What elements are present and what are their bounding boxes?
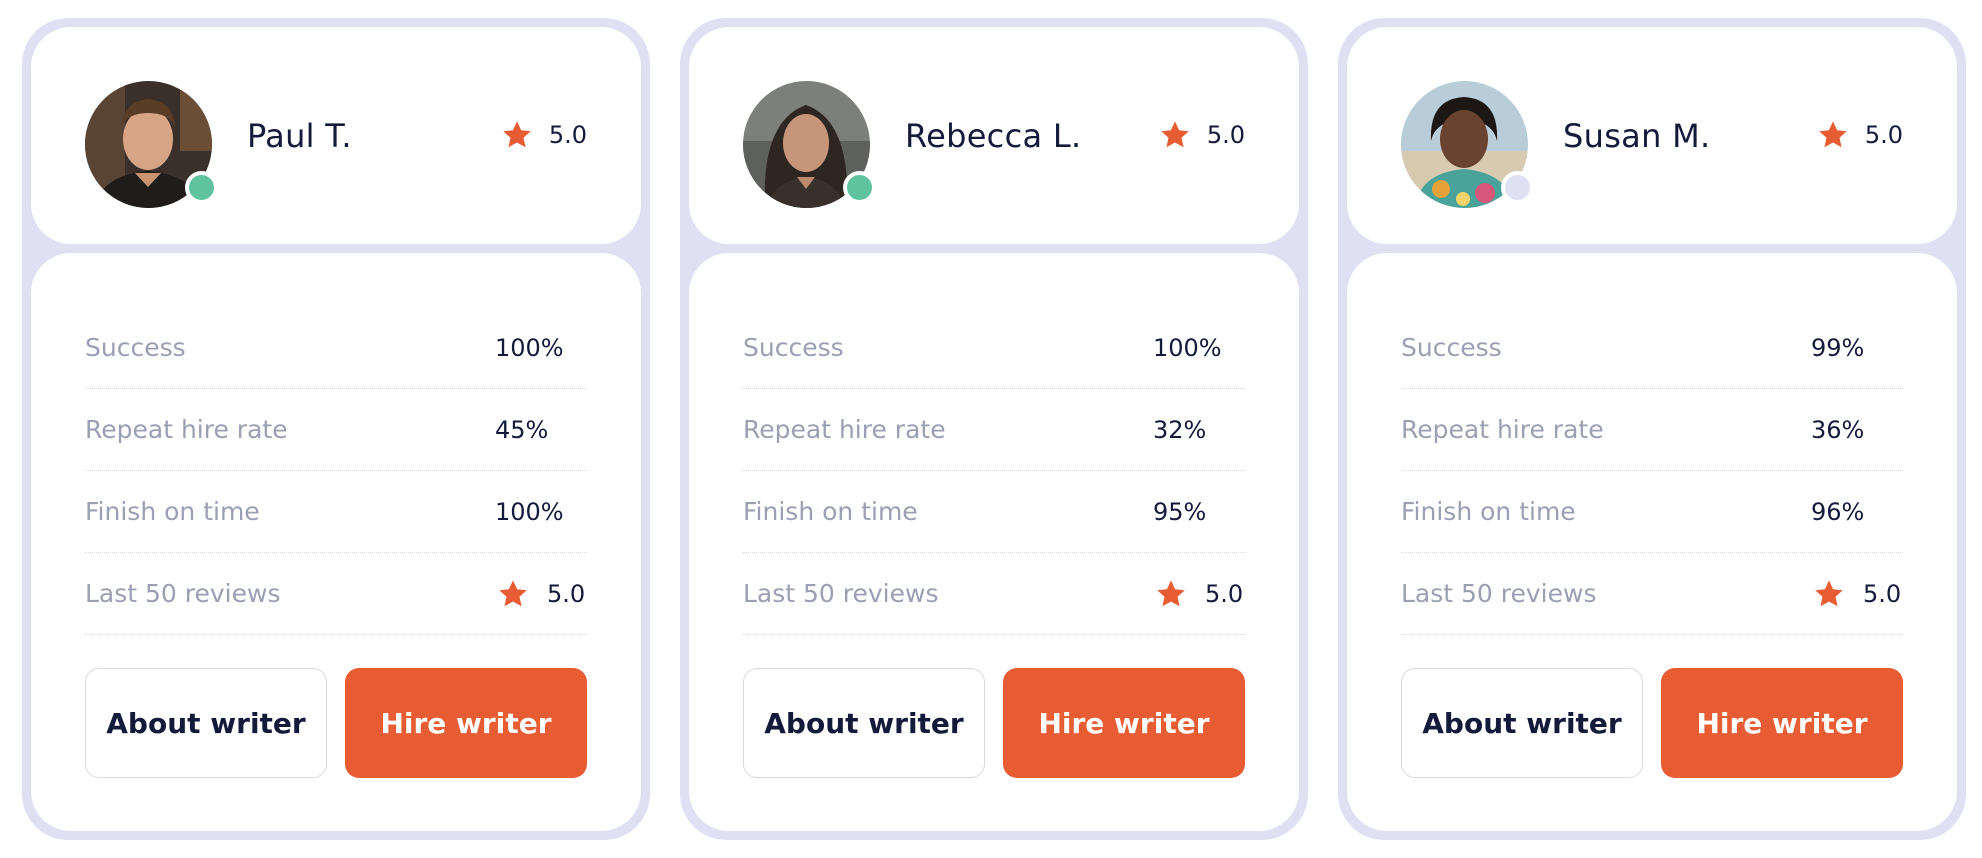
writer-name: Rebecca L. — [905, 117, 1082, 155]
reviews-rating-value: 5.0 — [547, 579, 586, 608]
hire-writer-button[interactable]: Hire writer — [1003, 668, 1245, 778]
hire-writer-button[interactable]: Hire writer — [345, 668, 587, 778]
star-icon — [503, 121, 531, 148]
writer-name: Susan M. — [1563, 117, 1711, 155]
stat-value: 100% — [495, 497, 564, 526]
stat-value: 100% — [1153, 333, 1222, 362]
online-status-dot — [843, 171, 876, 204]
stat-row-repeat-hire: Repeat hire rate 32% — [743, 389, 1245, 471]
writer-header: Paul T. 5.0 — [31, 27, 641, 244]
avatar[interactable] — [743, 81, 876, 208]
stat-row-finish-on-time: Finish on time 100% — [85, 471, 587, 553]
stat-label: Repeat hire rate — [1401, 415, 1604, 444]
stat-value: 99% — [1811, 333, 1865, 362]
writer-rating: 5.0 — [1159, 119, 1245, 151]
stat-value: 36% — [1811, 415, 1865, 444]
offline-status-dot — [1501, 171, 1534, 204]
writer-cards: Paul T. 5.0 Success 100% Repeat hire rat… — [22, 18, 1966, 840]
stat-label: Last 50 reviews — [85, 579, 281, 608]
stat-label: Repeat hire rate — [743, 415, 946, 444]
stat-value: 5.0 — [497, 578, 585, 610]
card-actions: About writer Hire writer — [743, 668, 1245, 778]
card-actions: About writer Hire writer — [1401, 668, 1903, 778]
stat-row-repeat-hire: Repeat hire rate 45% — [85, 389, 587, 471]
stat-label: Repeat hire rate — [85, 415, 288, 444]
writer-card: Susan M. 5.0 Success 99% Repeat hire rat… — [1338, 18, 1966, 840]
stat-row-success: Success 100% — [743, 307, 1245, 389]
stat-value: 5.0 — [1155, 578, 1243, 610]
stat-value: 5.0 — [1813, 578, 1901, 610]
avatar[interactable] — [1401, 81, 1534, 208]
reviews-rating-value: 5.0 — [1863, 579, 1902, 608]
writer-header: Susan M. 5.0 — [1347, 27, 1957, 244]
stat-value: 95% — [1153, 497, 1207, 526]
stat-row-last-reviews: Last 50 reviews 5.0 — [1401, 553, 1903, 635]
star-icon — [499, 579, 527, 606]
star-icon — [1815, 579, 1843, 606]
stat-label: Finish on time — [85, 497, 260, 526]
stat-row-last-reviews: Last 50 reviews 5.0 — [743, 553, 1245, 635]
rating-value: 5.0 — [1206, 121, 1245, 149]
stat-label: Success — [743, 333, 844, 362]
reviews-rating-value: 5.0 — [1205, 579, 1244, 608]
writer-rating: 5.0 — [501, 119, 587, 151]
hire-writer-button[interactable]: Hire writer — [1661, 668, 1903, 778]
writer-stats-panel: Success 100% Repeat hire rate 32% Finish… — [689, 253, 1299, 831]
about-writer-button[interactable]: About writer — [1401, 668, 1643, 778]
writer-card: Paul T. 5.0 Success 100% Repeat hire rat… — [22, 18, 650, 840]
writer-stats-panel: Success 100% Repeat hire rate 45% Finish… — [31, 253, 641, 831]
stat-row-success: Success 100% — [85, 307, 587, 389]
stat-row-finish-on-time: Finish on time 95% — [743, 471, 1245, 553]
stat-value: 100% — [495, 333, 564, 362]
writer-name: Paul T. — [247, 117, 352, 155]
stat-row-finish-on-time: Finish on time 96% — [1401, 471, 1903, 553]
rating-value: 5.0 — [1864, 121, 1903, 149]
writer-header: Rebecca L. 5.0 — [689, 27, 1299, 244]
avatar[interactable] — [85, 81, 218, 208]
stat-label: Success — [1401, 333, 1502, 362]
stat-label: Last 50 reviews — [1401, 579, 1597, 608]
stat-row-repeat-hire: Repeat hire rate 36% — [1401, 389, 1903, 471]
rating-value: 5.0 — [548, 121, 587, 149]
writer-rating: 5.0 — [1817, 119, 1903, 151]
card-actions: About writer Hire writer — [85, 668, 587, 778]
stat-label: Last 50 reviews — [743, 579, 939, 608]
star-icon — [1161, 121, 1189, 148]
stat-label: Finish on time — [1401, 497, 1576, 526]
about-writer-button[interactable]: About writer — [743, 668, 985, 778]
star-icon — [1157, 579, 1185, 606]
stat-row-last-reviews: Last 50 reviews 5.0 — [85, 553, 587, 635]
writer-stats-panel: Success 99% Repeat hire rate 36% Finish … — [1347, 253, 1957, 831]
stat-label: Finish on time — [743, 497, 918, 526]
about-writer-button[interactable]: About writer — [85, 668, 327, 778]
stat-value: 96% — [1811, 497, 1865, 526]
stat-row-success: Success 99% — [1401, 307, 1903, 389]
stat-label: Success — [85, 333, 186, 362]
online-status-dot — [185, 171, 218, 204]
stat-value: 32% — [1153, 415, 1207, 444]
writer-card: Rebecca L. 5.0 Success 100% Repeat hire … — [680, 18, 1308, 840]
star-icon — [1819, 121, 1847, 148]
stat-value: 45% — [495, 415, 549, 444]
